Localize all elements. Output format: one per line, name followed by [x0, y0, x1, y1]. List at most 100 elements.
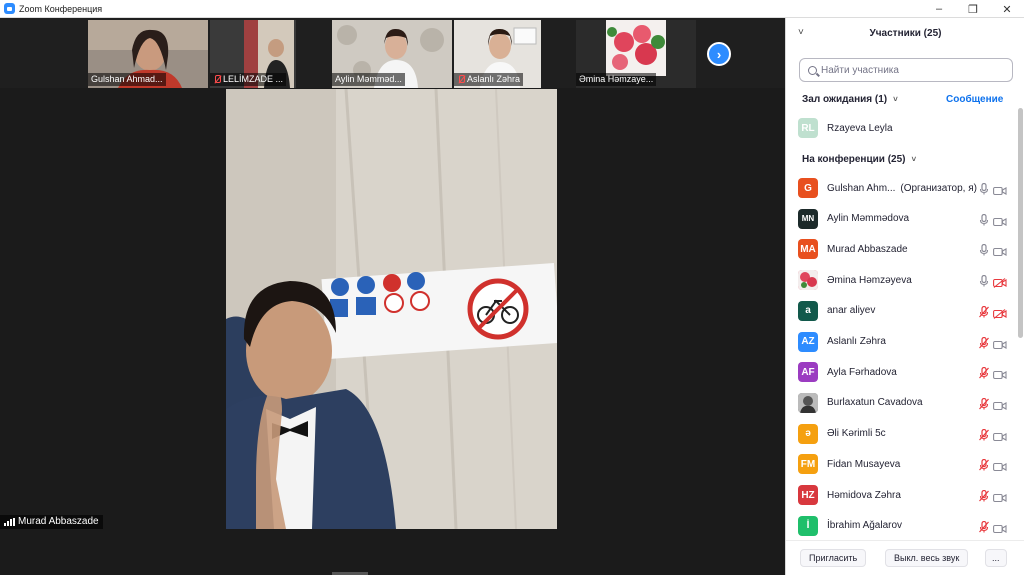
participant-name-text: Ayla Fərhadova: [827, 366, 897, 378]
waiting-room-label: Зал ожидания (1): [802, 94, 888, 105]
message-link[interactable]: Сообщение: [946, 94, 1003, 105]
participants-panel: ˅ Участники (25) Зал ожидания (1) ˅ Сооб…: [785, 18, 1024, 575]
thumbnail-strip: Gulshan Ahmad... LELİMZADE ... Aylin Məm…: [0, 18, 785, 88]
video-thumbnail[interactable]: LELİMZADE ...: [210, 20, 296, 88]
avatar: FM: [798, 454, 818, 475]
participant-name: Rzayeva Leyla: [827, 122, 893, 134]
microphone-icon[interactable]: [979, 213, 989, 226]
participant-name: Aslanlı Zəhra: [827, 336, 886, 347]
participant-row[interactable]: MA Murad Abbaszade: [786, 234, 1018, 264]
participant-role: (Организатор, я): [900, 182, 977, 194]
participant-name-text: anar aliyev: [827, 305, 876, 317]
participant-row[interactable]: ə Əli Kərimli 5c: [786, 419, 1018, 449]
avatar: G: [798, 178, 818, 198]
zoom-logo-icon: [4, 3, 15, 14]
waiting-room-header[interactable]: Зал ожидания (1) ˅: [802, 94, 898, 105]
participant-row[interactable]: G Gulshan Ahm... (Организатор, я): [786, 173, 1018, 203]
participant-row[interactable]: AZ Aslanlı Zəhra: [786, 327, 1018, 357]
search-input[interactable]: [821, 64, 1001, 76]
waiting-participant-row[interactable]: RL Rzayeva Leyla: [786, 113, 1018, 143]
minimize-button[interactable]: –: [922, 0, 956, 18]
participant-row[interactable]: Burlaxatun Cavadova: [786, 388, 1018, 418]
invite-button[interactable]: Пригласить: [800, 549, 867, 567]
participant-row[interactable]: FM Fidan Musayeva: [786, 449, 1018, 479]
mute-all-button[interactable]: Выкл. весь звук: [885, 549, 969, 567]
participant-name-text: Gulshan Ahm...: [827, 182, 896, 194]
avatar-photo: [798, 270, 818, 291]
video-off-icon[interactable]: [993, 275, 1007, 289]
speaker-name: Murad Abbaszade: [18, 516, 99, 527]
meeting-area: Gulshan Ahmad... LELİMZADE ... Aylin Məm…: [0, 18, 785, 575]
microphone-muted-icon: [457, 75, 465, 84]
thumbnail-name: Gulshan Ahmad...: [88, 73, 166, 86]
thumbnail-name: LELİMZADE ...: [210, 73, 287, 86]
avatar: MN: [798, 208, 818, 229]
participant-row[interactable]: AF Ayla Fərhadova: [786, 357, 1018, 387]
participant-name-text: Burlaxatun Cavadova: [827, 397, 923, 409]
participant-name-text: Aylin Məmmədova: [827, 213, 910, 225]
avatar: [798, 270, 818, 291]
microphone-icon[interactable]: [979, 182, 989, 195]
speaker-video-image: [226, 89, 557, 529]
microphone-muted-icon[interactable]: [979, 458, 989, 471]
window-title: Zoom Конференция: [19, 3, 103, 14]
scrollbar[interactable]: [1017, 108, 1023, 523]
microphone-muted-icon[interactable]: [979, 397, 989, 410]
video-camera-icon[interactable]: [993, 183, 1007, 196]
avatar: ə: [798, 423, 818, 444]
microphone-icon[interactable]: [979, 274, 989, 287]
panel-title: Участники (25): [869, 28, 942, 39]
next-page-button[interactable]: ›: [707, 42, 731, 66]
microphone-muted-icon[interactable]: [979, 336, 989, 348]
video-camera-icon[interactable]: [993, 459, 1007, 472]
video-camera-icon[interactable]: [993, 521, 1007, 533]
participant-name-text: Murad Abbaszade: [827, 243, 908, 255]
video-thumbnail[interactable]: Aylin Məmməd...: [332, 20, 452, 88]
microphone-muted-icon[interactable]: [979, 489, 989, 502]
participant-name: Əli Kərimli 5c: [827, 428, 886, 439]
microphone-muted-icon[interactable]: [979, 366, 989, 379]
scroll-thumb[interactable]: [1018, 108, 1023, 338]
participant-row[interactable]: MN Aylin Məmmədova: [786, 204, 1018, 234]
video-camera-icon[interactable]: [993, 337, 1007, 349]
thumbnail-name: Aylin Məmməd...: [332, 73, 405, 86]
video-camera-icon[interactable]: [993, 398, 1007, 410]
microphone-muted-icon[interactable]: [979, 305, 989, 318]
participant-name: Ayla Fərhadova: [827, 367, 897, 378]
participant-name: Əmina Həmzəyeva: [827, 275, 912, 286]
video-thumbnail[interactable]: Gulshan Ahmad...: [88, 20, 208, 88]
avatar-photo: [798, 392, 818, 413]
in-meeting-header[interactable]: На конференции (25) ˅: [802, 154, 916, 165]
video-camera-icon[interactable]: [993, 490, 1007, 503]
close-button[interactable]: ✕: [990, 0, 1024, 18]
microphone-icon[interactable]: [979, 243, 989, 256]
avatar: a: [798, 300, 818, 321]
video-camera-icon[interactable]: [993, 367, 1007, 380]
video-thumbnail[interactable]: Əmina Həmzaye...: [576, 20, 696, 88]
participant-row[interactable]: a anar aliyev: [786, 296, 1018, 326]
title-bar: Zoom Конференция – ❐ ✕: [0, 0, 1024, 18]
participant-name: İbrahim Ağalarov: [827, 520, 902, 531]
participant-row[interactable]: Əmina Həmzəyeva: [786, 265, 1018, 295]
participant-name-text: İbrahim Ağalarov: [827, 520, 903, 532]
participant-name: Aylin Məmmədova: [827, 213, 909, 224]
participant-row[interactable]: İ İbrahim Ağalarov: [786, 511, 1018, 541]
maximize-button[interactable]: ❐: [956, 0, 990, 18]
video-thumbnail[interactable]: Aslanlı Zəhra: [454, 20, 541, 88]
participant-name-text: Fidan Musayeva: [827, 458, 901, 470]
video-off-icon[interactable]: [993, 306, 1007, 319]
video-camera-icon[interactable]: [993, 244, 1007, 257]
more-options-button[interactable]: ...: [985, 549, 1007, 567]
participant-search[interactable]: [799, 58, 1013, 82]
participant-row[interactable]: HZ Həmidova Zəhra: [786, 480, 1018, 510]
thumbnail-name: Aslanlı Zəhra: [454, 73, 524, 86]
participant-name-text: Əmina Həmzəyeva: [827, 274, 912, 286]
video-camera-icon[interactable]: [993, 429, 1007, 441]
chevron-down-icon: ˅: [911, 155, 917, 164]
microphone-muted-icon[interactable]: [979, 520, 989, 533]
participant-name: Burlaxatun Cavadova: [827, 397, 923, 408]
video-camera-icon[interactable]: [993, 214, 1007, 226]
microphone-muted-icon[interactable]: [979, 428, 989, 441]
connection-signal-icon: [4, 518, 15, 526]
panel-header: ˅ Участники (25): [786, 18, 1024, 50]
